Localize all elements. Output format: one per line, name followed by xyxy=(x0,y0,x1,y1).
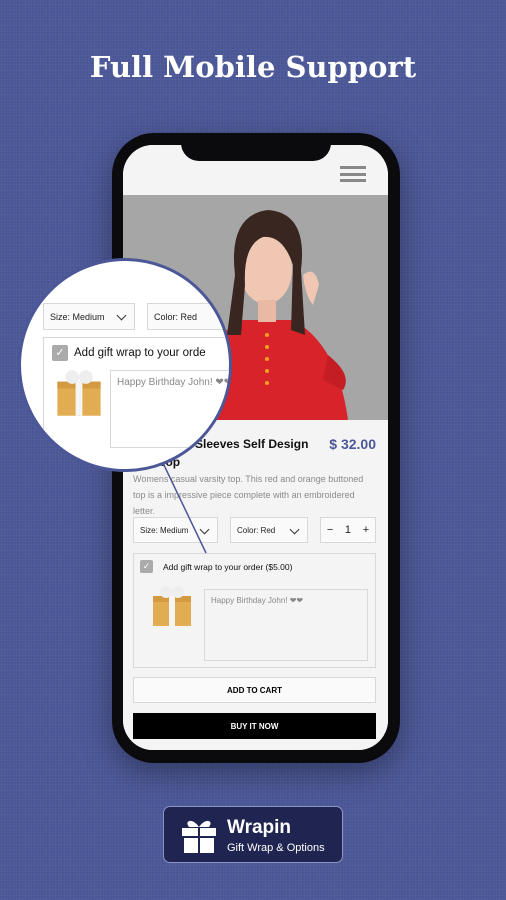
magnified-size-value: Size: Medium xyxy=(50,311,105,322)
magnifier-circle: Size: Medium Color: Red ✓ Add gift wrap … xyxy=(18,258,232,472)
magnified-checkbox: ✓ xyxy=(52,345,68,361)
brand-name: Wrapin xyxy=(227,817,292,838)
magnified-color-select: Color: Red xyxy=(147,303,229,330)
magnified-color-value: Color: Red xyxy=(154,311,198,322)
magnified-gift-message: Happy Birthday John! ❤❤ xyxy=(110,370,229,448)
brand-badge: Wrapin Gift Wrap & Options xyxy=(163,806,343,863)
gift-box-icon xyxy=(57,370,101,416)
magnified-gift-box: ✓ Add gift wrap to your orde Happy Birth… xyxy=(43,337,229,469)
magnified-gift-wrap-label: Add gift wrap to your orde xyxy=(74,347,206,359)
chevron-down-icon xyxy=(116,310,127,321)
brand-tagline: Gift Wrap & Options xyxy=(227,842,325,854)
gift-icon xyxy=(182,820,216,853)
magnified-size-select: Size: Medium xyxy=(43,303,135,330)
